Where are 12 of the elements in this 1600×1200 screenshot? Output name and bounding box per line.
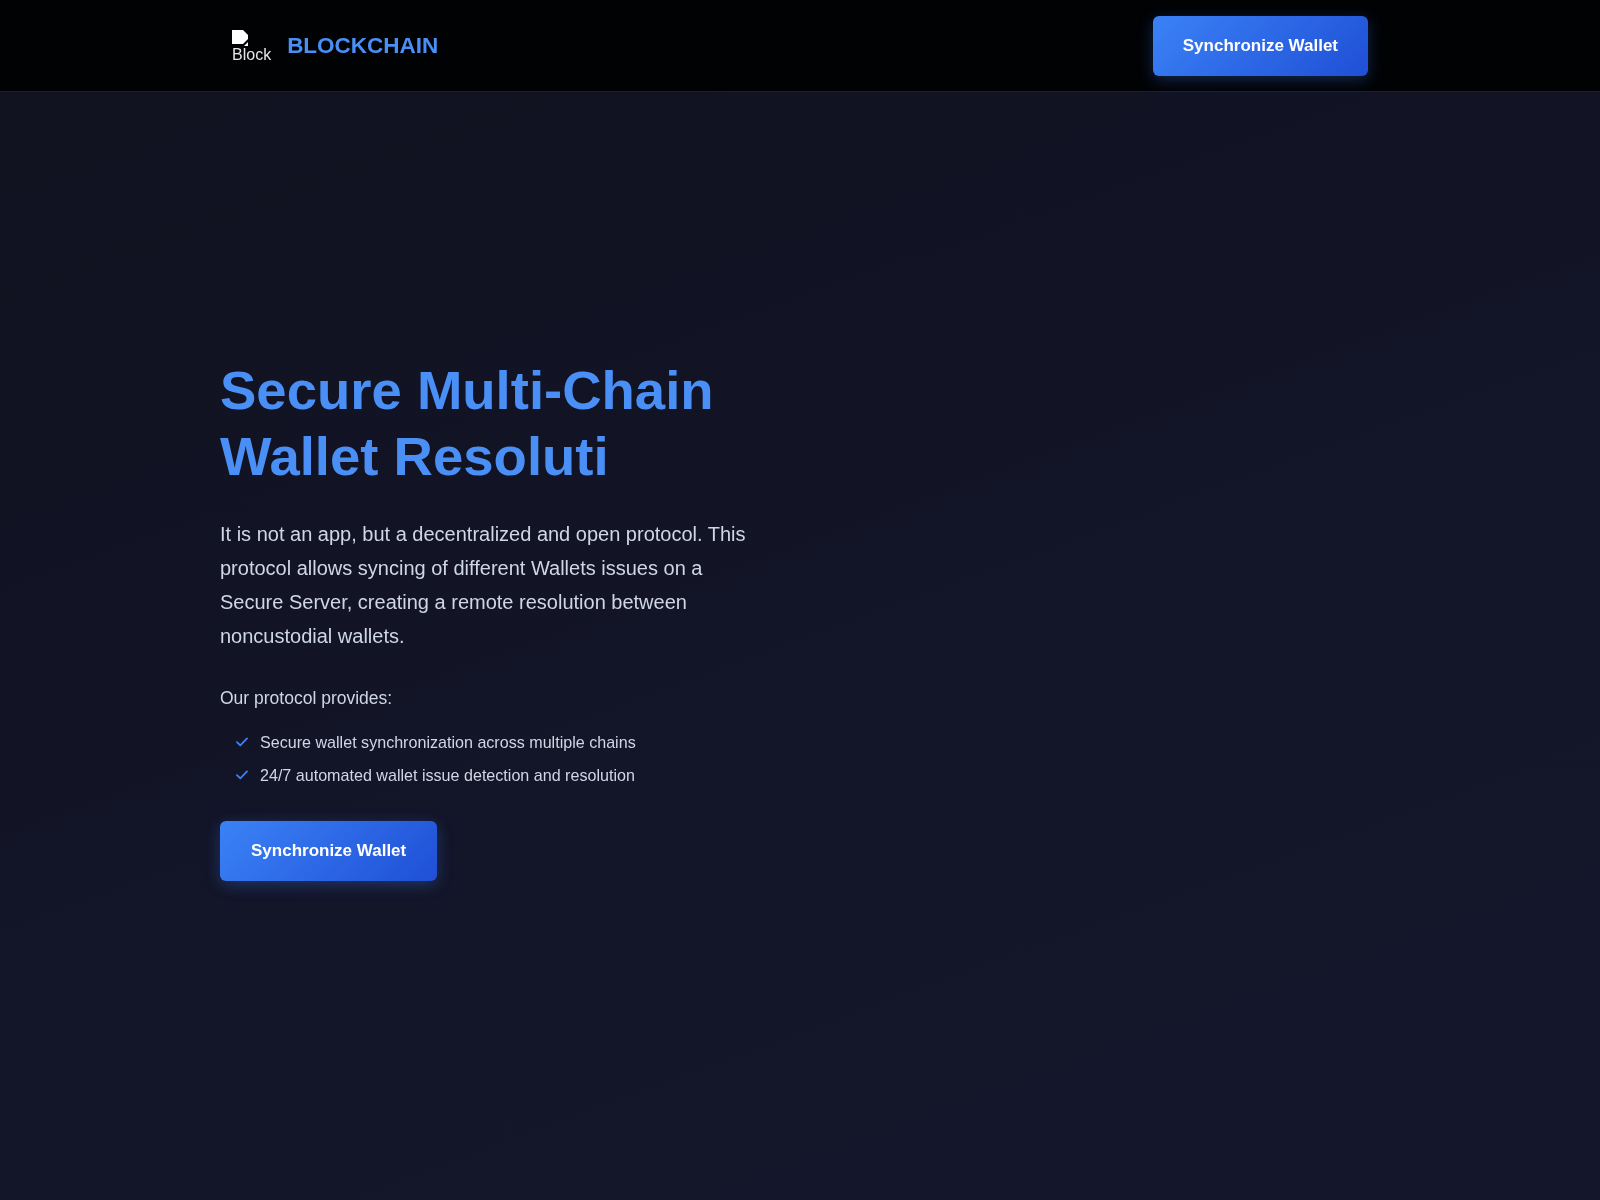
hero-description: It is not an app, but a decentralized and open protocol. This protocol allows syncing of different Wallets issues on a Secure Server, creating a remote resolution between noncustodial wallets. [220, 522, 747, 649]
features-intro: Our protocol provides: [220, 687, 393, 710]
broken-image-icon [232, 29, 248, 46]
synchronize-wallet-button[interactable]: Synchronize Wallet [1152, 15, 1368, 76]
logo-alt-text: Block [232, 45, 272, 64]
feature-text: 24/7 automated wallet issue detection and resolution [260, 765, 635, 786]
hero-title: Secure Multi-Chain Wallet Resoluti [220, 359, 715, 489]
feature-text: Secure wallet synchronization across multiple chains [260, 732, 636, 753]
brand-name: BLOCKCHAIN [287, 32, 439, 59]
synchronize-wallet-button[interactable]: Synchronize Wallet [220, 821, 438, 881]
check-icon [236, 770, 248, 780]
check-icon [236, 737, 248, 747]
